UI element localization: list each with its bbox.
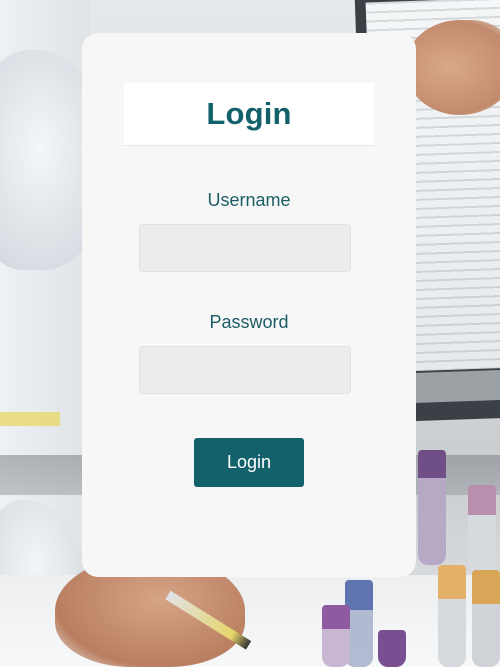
username-label: Username (207, 190, 291, 210)
background-test-tube (322, 605, 350, 667)
background-test-tube (468, 485, 496, 575)
password-label: Password (209, 312, 289, 332)
login-header: Login (124, 83, 374, 146)
username-input[interactable] (139, 224, 351, 272)
login-card: Login Username Password Login (82, 33, 416, 577)
background-shelf-item (0, 412, 60, 426)
background-test-tube (378, 630, 406, 667)
background-test-tube (438, 565, 466, 667)
password-input[interactable] (139, 346, 351, 394)
background-test-tube (418, 450, 446, 565)
login-button[interactable]: Login (194, 438, 304, 487)
page-title: Login (206, 96, 292, 131)
background-test-tube (472, 570, 500, 667)
